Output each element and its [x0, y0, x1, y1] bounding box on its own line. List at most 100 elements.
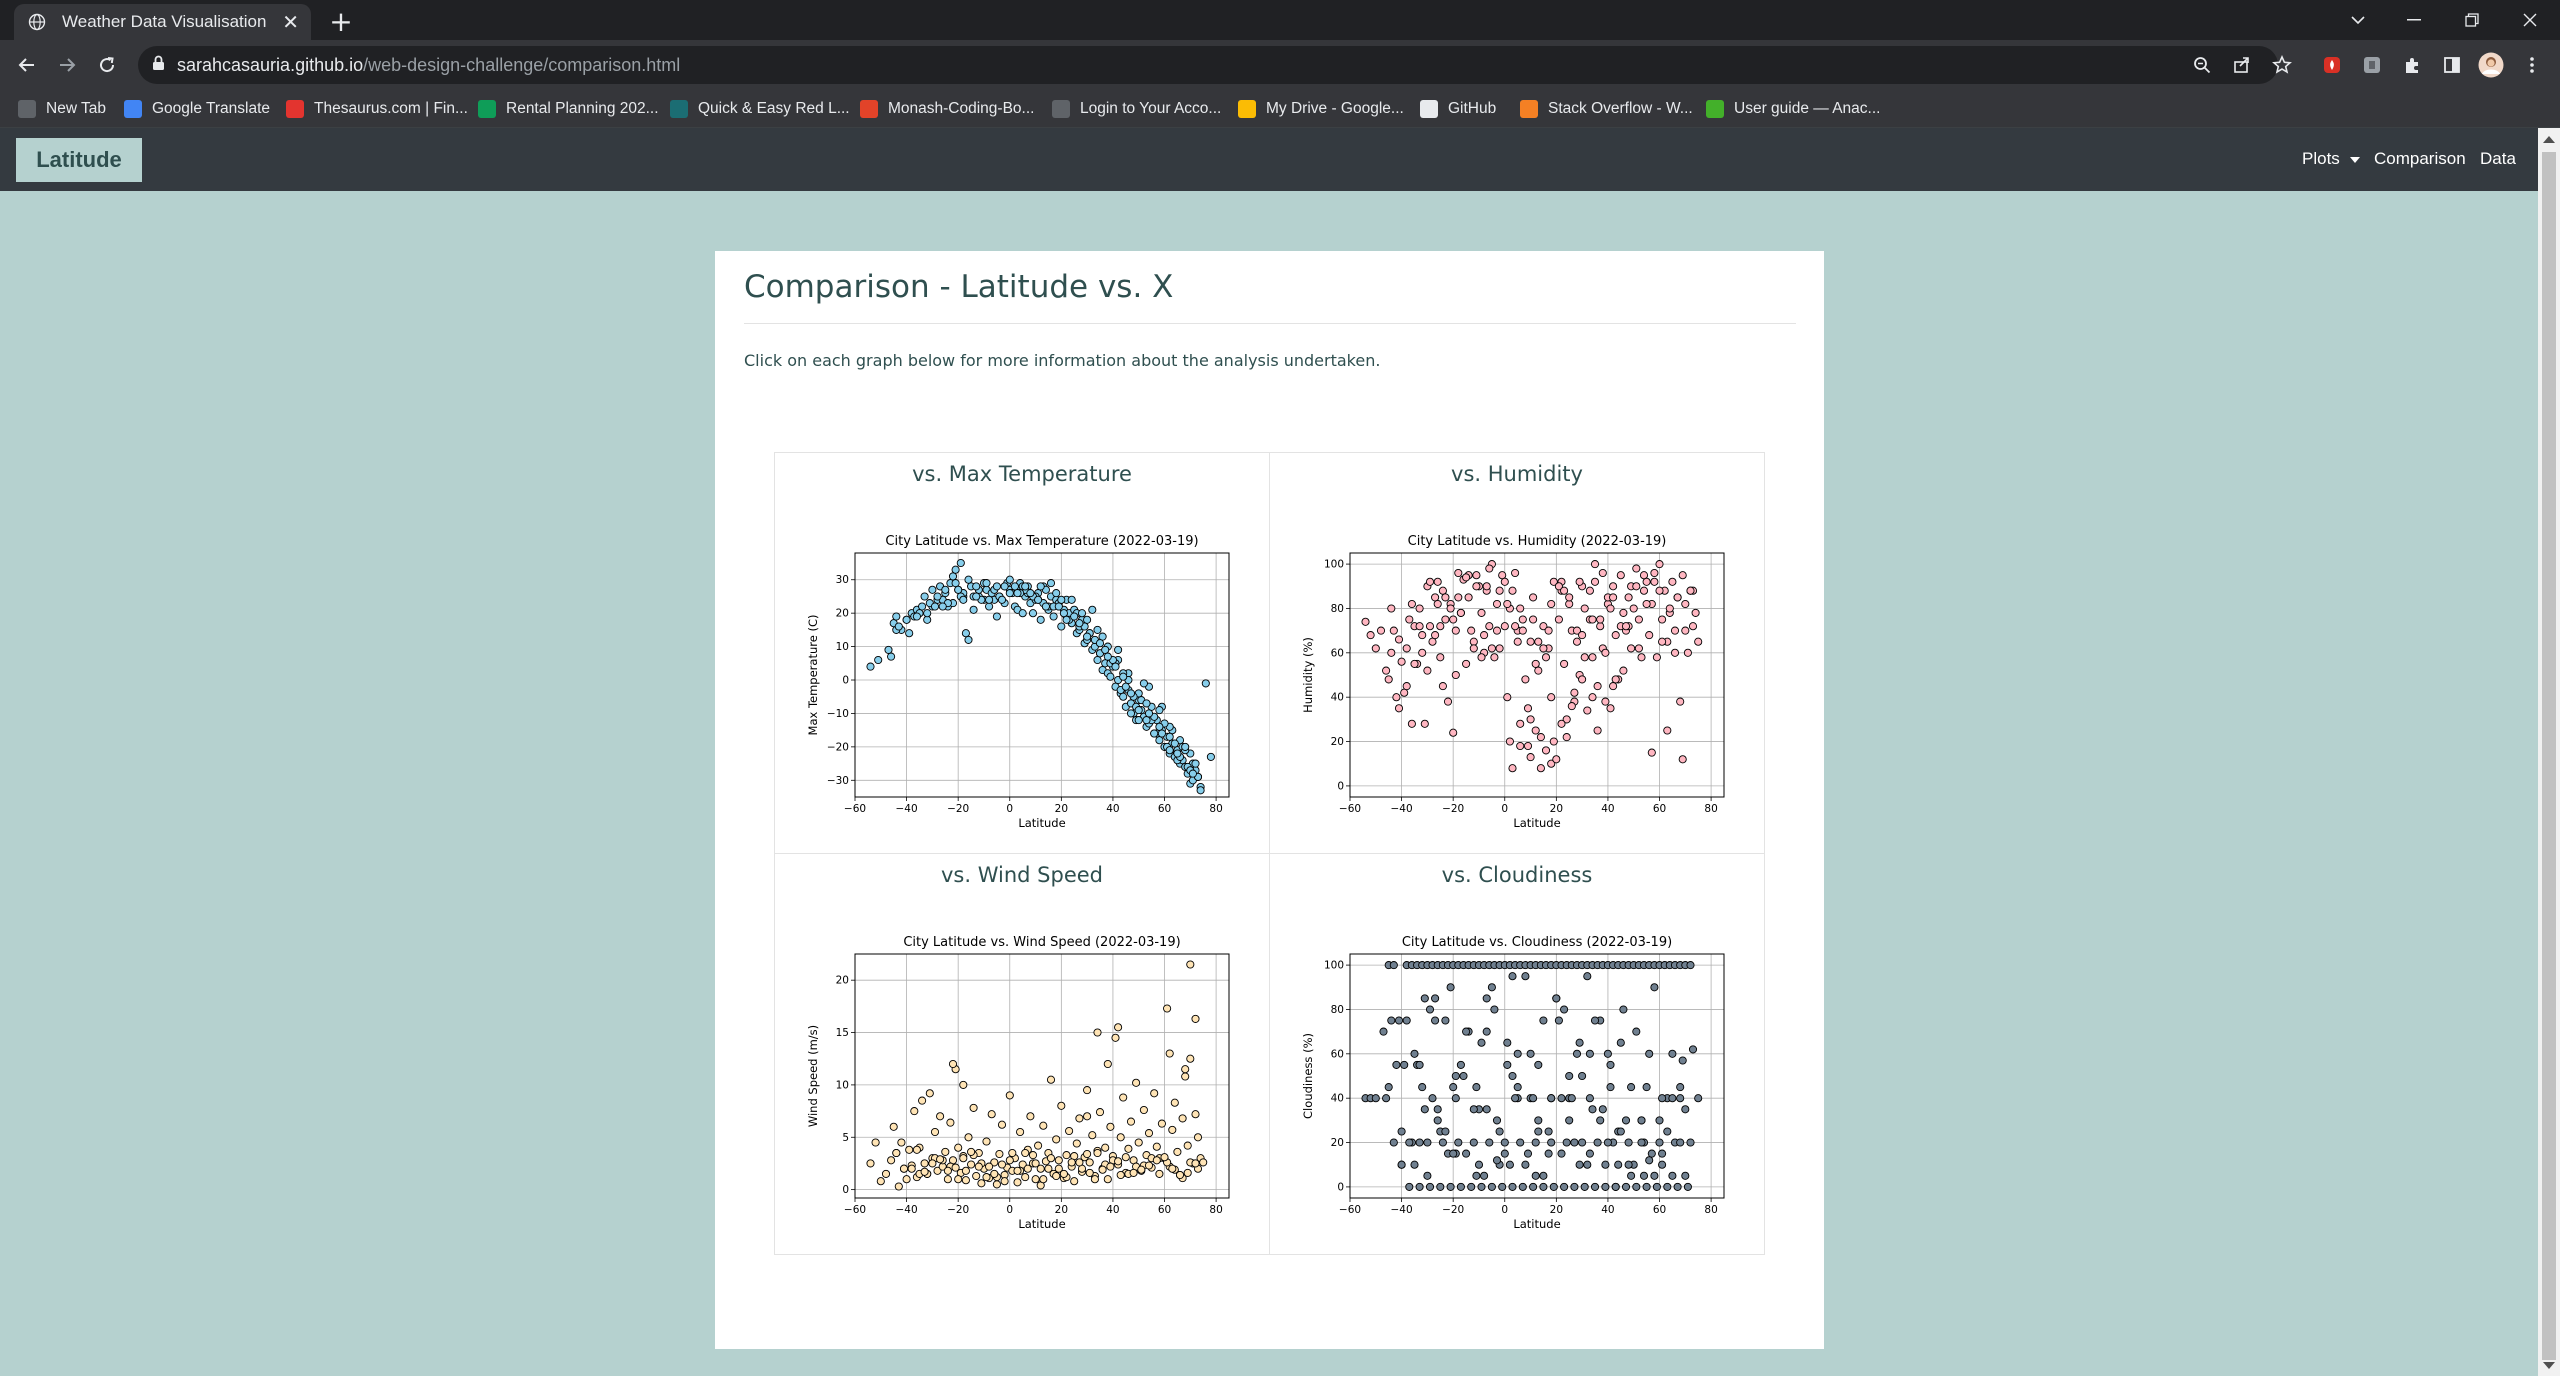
plot-card-cloudiness[interactable]: vs. Cloudiness City Latitude vs. Cloudin…	[1269, 853, 1765, 1255]
data-point	[977, 1179, 986, 1188]
data-point	[1428, 637, 1437, 646]
data-point	[1449, 615, 1458, 624]
data-point	[1142, 699, 1151, 708]
data-point	[1103, 652, 1112, 661]
bookmark-github[interactable]: GitHub	[1420, 90, 1496, 128]
data-point	[1075, 619, 1084, 628]
data-point	[997, 1160, 1007, 1169]
scrollbar-thumb[interactable]	[2542, 152, 2556, 1360]
data-point	[1116, 1170, 1125, 1180]
data-point	[990, 1169, 999, 1178]
profile-avatar-icon[interactable]	[2477, 51, 2505, 79]
bookmark-label: Rental Planning 202...	[506, 100, 659, 117]
data-point	[1495, 1127, 1504, 1136]
data-point	[1451, 626, 1460, 635]
share-icon[interactable]	[2228, 51, 2256, 79]
address-bar[interactable]: sarahcasauria.github.io/web-design-chall…	[138, 46, 2278, 84]
scroll-down-arrow-icon[interactable]	[2543, 1362, 2555, 1369]
data-point	[907, 1164, 916, 1173]
close-window-icon[interactable]	[2502, 0, 2558, 40]
zoom-icon[interactable]	[2188, 51, 2216, 79]
data-point	[1639, 586, 1649, 595]
data-point	[1418, 631, 1427, 640]
data-point	[1629, 604, 1638, 613]
data-point	[1508, 764, 1517, 773]
data-point	[1645, 631, 1654, 640]
restore-icon[interactable]	[2444, 0, 2500, 40]
data-point	[1647, 748, 1656, 757]
data-point	[985, 1162, 994, 1171]
data-point	[1170, 1098, 1179, 1107]
bookmark-user-guide[interactable]: User guide — Anac...	[1706, 90, 1880, 128]
data-point	[1609, 582, 1618, 591]
new-tab-button[interactable]: +	[326, 5, 356, 38]
browser-tab[interactable]: Weather Data Visualisation ✕	[14, 4, 311, 40]
menu-dots-icon[interactable]	[2518, 51, 2546, 79]
plot-card-wind-speed[interactable]: vs. Wind Speed City Latitude vs. Wind Sp…	[774, 853, 1270, 1255]
x-tick-label: −20	[947, 1204, 969, 1216]
bookmark-my-drive[interactable]: My Drive - Google...	[1238, 90, 1404, 128]
bookmark-new-tab[interactable]: New Tab	[18, 90, 106, 128]
data-point	[997, 595, 1007, 604]
data-point	[1410, 1160, 1419, 1169]
globe-icon	[1052, 100, 1070, 118]
data-point	[1588, 1105, 1597, 1114]
extensions-puzzle-icon[interactable]	[2398, 51, 2426, 79]
bookmark-stack-overflow[interactable]: Stack Overflow - W...	[1520, 90, 1693, 128]
data-point	[1013, 589, 1022, 598]
data-point	[1423, 1138, 1432, 1147]
bookmark-login[interactable]: Login to Your Acco...	[1052, 90, 1221, 128]
bookmark-quick-easy[interactable]: Quick & Easy Red L...	[670, 90, 850, 128]
data-point	[1150, 729, 1159, 738]
brand-latitude-button[interactable]: Latitude	[16, 138, 142, 182]
data-point	[1500, 1138, 1509, 1147]
nav-comparison-link[interactable]: Comparison	[2374, 149, 2466, 169]
data-point	[1474, 1160, 1484, 1169]
page-scrollbar[interactable]	[2538, 128, 2560, 1376]
data-point	[1431, 631, 1440, 640]
data-point	[1583, 706, 1592, 715]
scroll-up-arrow-icon[interactable]	[2543, 136, 2555, 143]
bookmark-monash-coding[interactable]: Monash-Coding-Bo...	[860, 90, 1034, 128]
forward-arrow-icon[interactable]	[50, 48, 84, 82]
data-point	[1449, 1083, 1458, 1092]
data-point	[1021, 582, 1030, 591]
data-point	[1379, 1027, 1388, 1036]
data-point	[1034, 1141, 1043, 1150]
data-point	[1557, 1149, 1566, 1158]
extension-grey-icon[interactable]	[2358, 51, 2386, 79]
x-tick-label: −60	[844, 1204, 866, 1216]
data-point	[1052, 1171, 1061, 1181]
x-tick-label: 60	[1653, 803, 1666, 815]
reload-icon[interactable]	[90, 48, 124, 82]
data-point	[1098, 632, 1107, 641]
data-point	[1433, 1116, 1442, 1125]
side-panel-icon[interactable]	[2438, 51, 2466, 79]
tab-search-icon[interactable]	[2330, 0, 2386, 40]
data-point	[1041, 602, 1050, 611]
data-point	[1611, 631, 1620, 640]
close-tab-icon[interactable]: ✕	[282, 12, 299, 32]
data-point	[1062, 615, 1071, 624]
data-point	[1554, 1016, 1563, 1025]
bookmark-star-icon[interactable]	[2268, 51, 2296, 79]
bookmark-thesaurus[interactable]: Thesaurus.com | Fin...	[286, 90, 468, 128]
data-point	[892, 1148, 901, 1158]
globe-icon	[26, 11, 48, 33]
minimize-icon[interactable]	[2386, 0, 2442, 40]
data-point	[1596, 622, 1605, 631]
plot-card-humidity[interactable]: vs. Humidity City Latitude vs. Humidity …	[1269, 452, 1765, 854]
data-point	[1402, 644, 1411, 653]
plot-card-max-temperature[interactable]: vs. Max Temperature City Latitude vs. Ma…	[774, 452, 1270, 854]
data-point	[1658, 637, 1667, 646]
data-point	[1103, 1059, 1112, 1069]
bookmark-google-translate[interactable]: Google Translate	[124, 90, 270, 128]
nav-data-link[interactable]: Data	[2480, 149, 2516, 169]
extension-red-icon[interactable]	[2318, 51, 2346, 79]
data-point	[1531, 1171, 1540, 1180]
data-point	[1168, 1125, 1177, 1134]
bookmark-rental-planning[interactable]: Rental Planning 202...	[478, 90, 659, 128]
data-point	[1121, 682, 1130, 691]
back-arrow-icon[interactable]	[10, 48, 44, 82]
nav-plots-dropdown[interactable]: Plots	[2302, 149, 2360, 169]
